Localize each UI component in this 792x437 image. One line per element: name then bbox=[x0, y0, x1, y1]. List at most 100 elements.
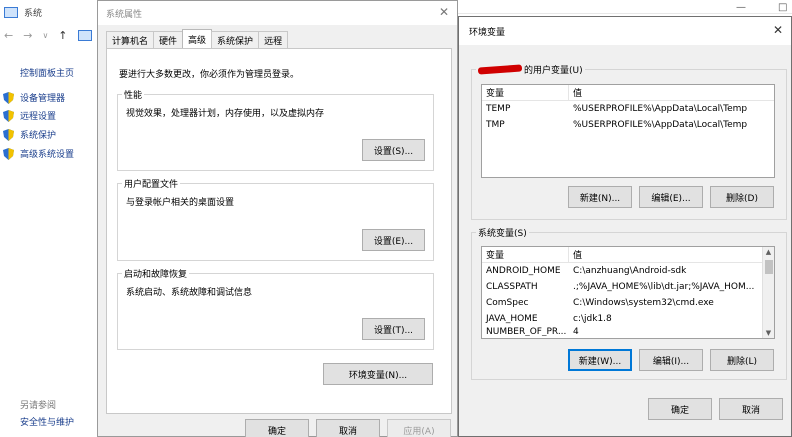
user-delete-button[interactable]: 删除(D) bbox=[710, 186, 774, 208]
sysprop-cancel-button[interactable]: 取消 bbox=[316, 419, 380, 437]
system-variables-group: 系统变量(S) 变量 值 ANDROID_HOME C:\anzhuang\An… bbox=[471, 226, 787, 380]
env-ok-button[interactable]: 确定 bbox=[648, 398, 712, 420]
table-row[interactable]: CLASSPATH .;%JAVA_HOME%\lib\dt.jar;%JAVA… bbox=[482, 279, 762, 295]
table-row[interactable]: TMP %USERPROFILE%\AppData\Local\Temp bbox=[482, 117, 774, 133]
system-variables-header: 变量 值 bbox=[482, 247, 762, 263]
tab-hardware[interactable]: 硬件 bbox=[153, 31, 184, 48]
advanced-tab-panel: 要进行大多数更改，你必须作为管理员登录。 性能 视觉效果，处理器计划，内存使用，… bbox=[106, 48, 452, 414]
tab-remote[interactable]: 远程 bbox=[258, 31, 289, 48]
table-row[interactable]: ComSpec C:\Windows\system32\cmd.exe bbox=[482, 295, 762, 311]
user-variables-label-text: 的用户变量(U) bbox=[524, 66, 583, 76]
system-variables-list[interactable]: 变量 值 ANDROID_HOME C:\anzhuang\Android-sd… bbox=[481, 246, 775, 339]
system-properties-dialog: 系统属性 ✕ 计算机名 硬件 高级 系统保护 远程 要进行大多数更改，你必须作为… bbox=[97, 0, 458, 437]
startup-recovery-group-label: 启动和故障恢复 bbox=[122, 267, 190, 280]
user-edit-button[interactable]: 编辑(E)... bbox=[639, 186, 703, 208]
sysprop-ok-button[interactable]: 确定 bbox=[245, 419, 309, 437]
dropdown-chevron-icon[interactable]: ∨ bbox=[42, 31, 48, 40]
variable-value: %USERPROFILE%\AppData\Local\Temp bbox=[573, 104, 748, 114]
device-manager-label: 设备管理器 bbox=[20, 94, 66, 104]
table-row[interactable]: ANDROID_HOME C:\anzhuang\Android-sdk bbox=[482, 263, 762, 279]
advanced-system-settings-label: 高级系统设置 bbox=[20, 150, 75, 160]
scrollbar-thumb[interactable] bbox=[765, 260, 773, 274]
tab-system-protection[interactable]: 系统保护 bbox=[211, 31, 260, 48]
performance-group: 性能 视觉效果，处理器计划，内存使用，以及虚拟内存 设置(S)... bbox=[117, 88, 434, 171]
performance-settings-button[interactable]: 设置(S)... bbox=[362, 139, 425, 161]
environment-variables-dialog: 环境变量 ✕ 的用户变量(U) 变量 值 TEMP %USERPROFILE%\… bbox=[458, 16, 792, 437]
remote-settings-label: 远程设置 bbox=[20, 112, 57, 122]
user-profiles-description: 与登录帐户相关的桌面设置 bbox=[126, 198, 235, 208]
control-panel-title: 系统 bbox=[24, 8, 43, 19]
close-icon[interactable]: ✕ bbox=[773, 23, 783, 37]
user-new-button[interactable]: 新建(N)... bbox=[568, 186, 632, 208]
see-also-heading: 另请参阅 bbox=[20, 401, 57, 411]
shield-icon bbox=[3, 109, 14, 122]
scroll-up-arrow-icon[interactable]: ▲ bbox=[763, 247, 774, 257]
startup-recovery-settings-button[interactable]: 设置(T)... bbox=[362, 318, 425, 340]
variable-name: JAVA_HOME bbox=[486, 314, 538, 324]
env-title: 环境变量 bbox=[469, 27, 506, 38]
admin-note: 要进行大多数更改，你必须作为管理员登录。 bbox=[119, 70, 300, 80]
tab-advanced[interactable]: 高级 bbox=[182, 29, 213, 48]
variable-name: NUMBER_OF_PR... bbox=[486, 327, 567, 336]
shield-icon bbox=[3, 147, 14, 160]
variable-value: C:\Windows\system32\cmd.exe bbox=[573, 298, 714, 308]
variable-value: 4 bbox=[573, 327, 579, 336]
tab-computer-name[interactable]: 计算机名 bbox=[106, 31, 155, 48]
column-header-variable[interactable]: 变量 bbox=[482, 247, 569, 262]
user-profiles-group: 用户配置文件 与登录帐户相关的桌面设置 设置(E)... bbox=[117, 177, 434, 261]
security-maintenance-link[interactable]: 安全性与维护 bbox=[20, 415, 74, 428]
forward-arrow-icon[interactable]: → bbox=[23, 29, 32, 42]
up-arrow-icon[interactable]: ↑ bbox=[58, 29, 67, 42]
environment-variables-button[interactable]: 环境变量(N)... bbox=[323, 363, 433, 385]
system-properties-title: 系统属性 bbox=[106, 9, 143, 20]
back-arrow-icon[interactable]: ← bbox=[4, 29, 13, 42]
advanced-system-settings-link[interactable]: 高级系统设置 bbox=[3, 147, 74, 160]
device-manager-link[interactable]: 设备管理器 bbox=[3, 91, 65, 104]
system-properties-titlebar: 系统属性 bbox=[98, 1, 457, 25]
minimize-icon[interactable]: — bbox=[736, 2, 746, 13]
scroll-down-arrow-icon[interactable]: ▼ bbox=[763, 328, 774, 338]
system-new-button[interactable]: 新建(W)... bbox=[568, 349, 632, 371]
variable-value: C:\anzhuang\Android-sdk bbox=[573, 266, 687, 276]
column-header-value[interactable]: 值 bbox=[569, 247, 762, 262]
performance-group-label: 性能 bbox=[122, 88, 145, 101]
variable-name: ANDROID_HOME bbox=[486, 266, 561, 276]
system-edit-button[interactable]: 编辑(I)... bbox=[639, 349, 703, 371]
startup-recovery-group: 启动和故障恢复 系统启动、系统故障和调试信息 设置(T)... bbox=[117, 267, 434, 350]
env-titlebar: 环境变量 bbox=[459, 17, 791, 45]
variable-value: %USERPROFILE%\AppData\Local\Temp bbox=[573, 120, 748, 130]
performance-description: 视觉效果，处理器计划，内存使用，以及虚拟内存 bbox=[126, 109, 325, 119]
variable-value: .;%JAVA_HOME%\lib\dt.jar;%JAVA_HOM... bbox=[573, 282, 755, 292]
vertical-scrollbar[interactable]: ▲ ▼ bbox=[762, 247, 774, 338]
system-variables-group-label: 系统变量(S) bbox=[476, 226, 529, 239]
column-header-value[interactable]: 值 bbox=[569, 85, 774, 100]
monitor-icon bbox=[4, 6, 18, 18]
table-row[interactable]: JAVA_HOME c:\jdk1.8 bbox=[482, 311, 762, 327]
env-cancel-button[interactable]: 取消 bbox=[719, 398, 783, 420]
system-protection-label: 系统保护 bbox=[20, 131, 57, 141]
user-profiles-settings-button[interactable]: 设置(E)... bbox=[362, 229, 425, 251]
redacted-username bbox=[477, 64, 523, 75]
system-delete-button[interactable]: 删除(L) bbox=[710, 349, 774, 371]
variable-name: ComSpec bbox=[486, 298, 529, 308]
system-protection-link[interactable]: 系统保护 bbox=[3, 128, 56, 141]
variable-name: CLASSPATH bbox=[486, 282, 538, 292]
table-row[interactable]: TEMP %USERPROFILE%\AppData\Local\Temp bbox=[482, 101, 774, 117]
variable-name: TMP bbox=[486, 120, 505, 130]
column-header-variable[interactable]: 变量 bbox=[482, 85, 569, 100]
table-row[interactable]: NUMBER_OF_PR... 4 bbox=[482, 327, 762, 336]
shield-icon bbox=[3, 91, 14, 104]
control-panel-titlebar: 系统 bbox=[0, 0, 100, 24]
shield-icon bbox=[3, 128, 14, 141]
user-variables-list[interactable]: 变量 值 TEMP %USERPROFILE%\AppData\Local\Te… bbox=[481, 84, 775, 178]
user-variables-group-label: 的用户变量(U) bbox=[476, 63, 585, 76]
user-profiles-group-label: 用户配置文件 bbox=[122, 177, 181, 190]
close-icon[interactable]: ✕ bbox=[439, 5, 449, 19]
address-monitor-icon bbox=[77, 29, 92, 41]
variable-value: c:\jdk1.8 bbox=[573, 314, 612, 324]
control-panel-home-link[interactable]: 控制面板主页 bbox=[20, 66, 74, 79]
navigation-bar: ← → ∨ ↑ bbox=[4, 27, 100, 43]
remote-settings-link[interactable]: 远程设置 bbox=[3, 109, 56, 122]
sysprop-apply-button[interactable]: 应用(A) bbox=[387, 419, 451, 437]
maximize-icon[interactable]: □ bbox=[778, 2, 787, 13]
